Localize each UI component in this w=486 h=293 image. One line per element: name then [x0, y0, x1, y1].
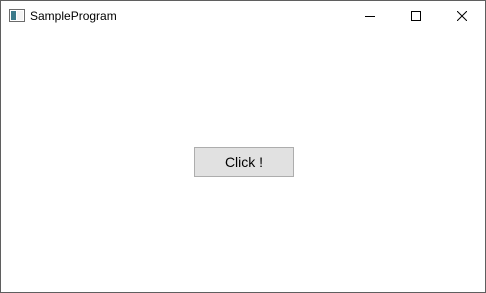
maximize-button[interactable] [393, 1, 439, 31]
title-bar[interactable]: SampleProgram [1, 1, 485, 31]
minimize-icon [365, 11, 375, 21]
caption-buttons [347, 1, 485, 31]
minimize-button[interactable] [347, 1, 393, 31]
click-button[interactable]: Click ! [194, 147, 294, 177]
window-title: SampleProgram [30, 9, 117, 23]
close-icon [457, 11, 467, 21]
app-window: SampleProgram Click ! [0, 0, 486, 293]
client-area: Click ! [1, 31, 485, 292]
maximize-icon [411, 11, 421, 21]
window-app-icon [9, 9, 25, 22]
close-button[interactable] [439, 1, 485, 31]
